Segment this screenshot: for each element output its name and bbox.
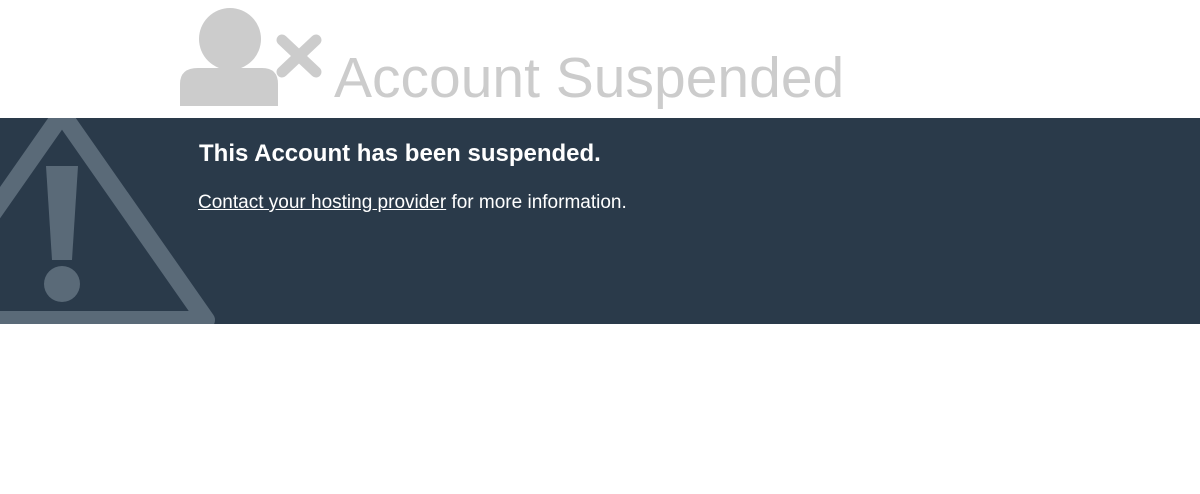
warning-icon xyxy=(0,118,215,324)
page-title: Account Suspended xyxy=(334,46,845,110)
suspended-page: Account Suspended This Account has been … xyxy=(0,0,1200,494)
contact-provider-link[interactable]: Contact your hosting provider xyxy=(198,192,446,213)
page-header: Account Suspended xyxy=(0,0,1200,118)
contact-info: Contact your hosting provider for more i… xyxy=(198,192,627,214)
user-x-icon xyxy=(180,8,322,106)
suspension-headline: This Account has been suspended. xyxy=(199,140,601,167)
contact-info-suffix: for more information. xyxy=(446,192,627,213)
suspension-notice: This Account has been suspended. Contact… xyxy=(0,118,1200,324)
